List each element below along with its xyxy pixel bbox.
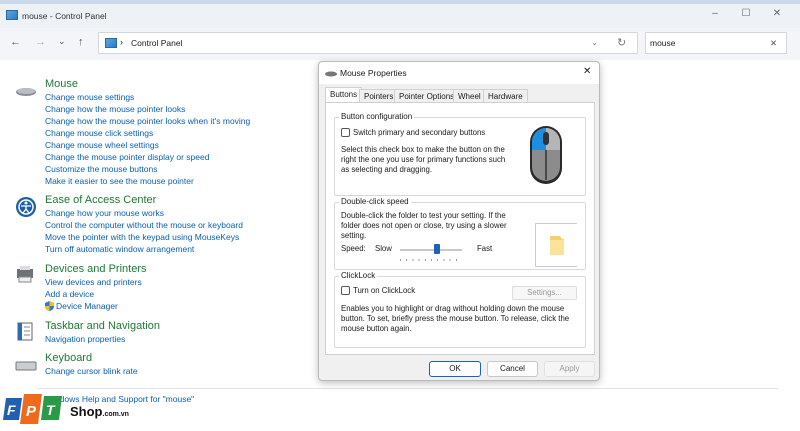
category-heading-taskbar-navigation[interactable]: Taskbar and Navigation [45,320,160,332]
breadcrumb-control-panel[interactable]: Control Panel [131,38,183,48]
mouse-icon [15,84,37,102]
fptshop-watermark-logo: F P T Shop.com.vn [2,392,132,430]
address-dropdown-icon[interactable]: ⌄ [591,37,598,48]
link-device-manager[interactable]: Device Manager [56,301,118,311]
clicklock-group: ClickLock Turn on ClickLock Settings... … [334,271,586,348]
watermark-shop: Shop [70,404,103,419]
control-panel-icon [105,38,117,48]
cancel-button[interactable]: Cancel [487,361,538,377]
watermark-suffix: .com.vn [102,411,129,418]
slow-label: Slow [375,244,392,253]
devices-printers-icon [15,266,37,284]
taskbar-icon [15,322,37,341]
dialog-title: Mouse Properties [340,68,407,78]
speed-slider-track[interactable] [400,249,462,251]
ease-of-access-icon [15,196,37,217]
category-heading-devices-printers[interactable]: Devices and Printers [45,263,147,275]
link-easier-see-pointer[interactable]: Make it easier to see the mouse pointer [45,176,194,186]
divider [38,388,778,389]
link-pointer-display-speed[interactable]: Change the mouse pointer display or spee… [45,152,209,162]
checkbox-box[interactable] [341,128,350,138]
button-config-description: Select this check box to make the button… [341,145,506,174]
group-label: ClickLock [339,271,378,280]
link-mouse-works[interactable]: Change how your mouse works [45,208,164,218]
up-icon[interactable]: ↑ [78,36,84,48]
link-view-devices[interactable]: View devices and printers [45,277,142,287]
minimize-button[interactable]: – [705,8,725,22]
search-input[interactable]: mouse ✕ [645,32,787,54]
link-click-settings[interactable]: Change mouse click settings [45,128,153,138]
group-label: Button configuration [339,112,415,121]
test-folder-icon[interactable] [535,223,577,267]
mouse-properties-dialog: Mouse Properties ✕ Buttons Pointers Poin… [318,61,600,381]
group-label: Double-click speed [339,197,411,206]
mouse-icon [325,69,337,79]
link-customize-buttons[interactable]: Customize the mouse buttons [45,164,157,174]
tab-hardware[interactable]: Hardware [483,89,528,103]
ok-button[interactable]: OK [429,361,481,377]
switch-buttons-checkbox[interactable]: Switch primary and secondary buttons [341,128,485,138]
link-mousekeys[interactable]: Move the pointer with the keypad using M… [45,232,239,242]
clicklock-description: Enables you to highlight or drag without… [341,304,570,333]
button-configuration-group: Button configuration Switch primary and … [334,112,586,196]
checkbox-label: Switch primary and secondary buttons [353,128,486,137]
link-control-without-mouse[interactable]: Control the computer without the mouse o… [45,220,243,230]
recent-locations-icon[interactable]: ⌄ [58,36,66,47]
link-pointer-looks[interactable]: Change how the mouse pointer looks [45,104,185,114]
category-heading-ease-of-access[interactable]: Ease of Access Center [45,194,156,206]
dialog-close-button[interactable]: ✕ [583,66,591,77]
title-bar: mouse - Control Panel – ☐ ✕ [0,4,800,28]
tab-pointers[interactable]: Pointers [359,89,399,103]
tab-buttons[interactable]: Buttons [325,87,363,103]
breadcrumb-separator: › [120,37,123,47]
clicklock-checkbox[interactable]: Turn on ClickLock [341,286,415,296]
speed-slider-thumb[interactable] [434,244,441,254]
tab-wheel[interactable]: Wheel [453,89,486,103]
clicklock-settings-button[interactable]: Settings... [512,286,577,300]
svg-text:T: T [46,402,56,418]
mouse-illustration-icon [511,121,581,191]
svg-text:F: F [7,402,16,418]
back-icon[interactable]: ← [10,36,21,48]
link-pointer-moving[interactable]: Change how the mouse pointer looks when … [45,116,250,126]
link-add-device[interactable]: Add a device [45,289,94,299]
speed-label: Speed: [341,244,366,253]
slider-ticks [400,259,462,261]
link-wheel-settings[interactable]: Change mouse wheel settings [45,140,159,150]
dialog-title-bar: Mouse Properties ✕ [319,62,599,84]
double-click-description: Double-click the folder to test your set… [341,211,507,240]
link-window-arrangement[interactable]: Turn off automatic window arrangement [45,244,194,254]
fast-label: Fast [477,244,493,253]
keyboard-icon [15,360,37,378]
watermark-text: Shop.com.vn [70,404,129,419]
control-panel-icon [6,10,18,20]
link-cursor-blink-rate[interactable]: Change cursor blink rate [45,366,138,376]
refresh-icon[interactable]: ↻ [617,36,626,49]
shield-icon [45,301,54,311]
address-bar[interactable]: › Control Panel ⌄ ↻ [98,32,638,54]
checkbox-label: Turn on ClickLock [353,286,416,295]
link-change-mouse-settings[interactable]: Change mouse settings [45,92,134,102]
maximize-button[interactable]: ☐ [736,8,756,22]
category-heading-mouse[interactable]: Mouse [45,78,78,90]
tab-panel-buttons: Button configuration Switch primary and … [325,102,595,355]
checkbox-box[interactable] [341,286,350,296]
double-click-speed-group: Double-click speed Double-click the fold… [334,197,586,270]
tab-pointer-options[interactable]: Pointer Options [394,89,460,103]
category-heading-keyboard[interactable]: Keyboard [45,352,92,364]
apply-button[interactable]: Apply [544,361,595,377]
clear-search-icon[interactable]: ✕ [770,38,777,49]
link-navigation-properties[interactable]: Navigation properties [45,334,125,344]
svg-text:P: P [26,403,37,420]
window-title: mouse - Control Panel [22,11,107,21]
close-button[interactable]: ✕ [767,8,787,22]
search-value: mouse [650,38,676,48]
forward-icon[interactable]: → [35,36,46,48]
